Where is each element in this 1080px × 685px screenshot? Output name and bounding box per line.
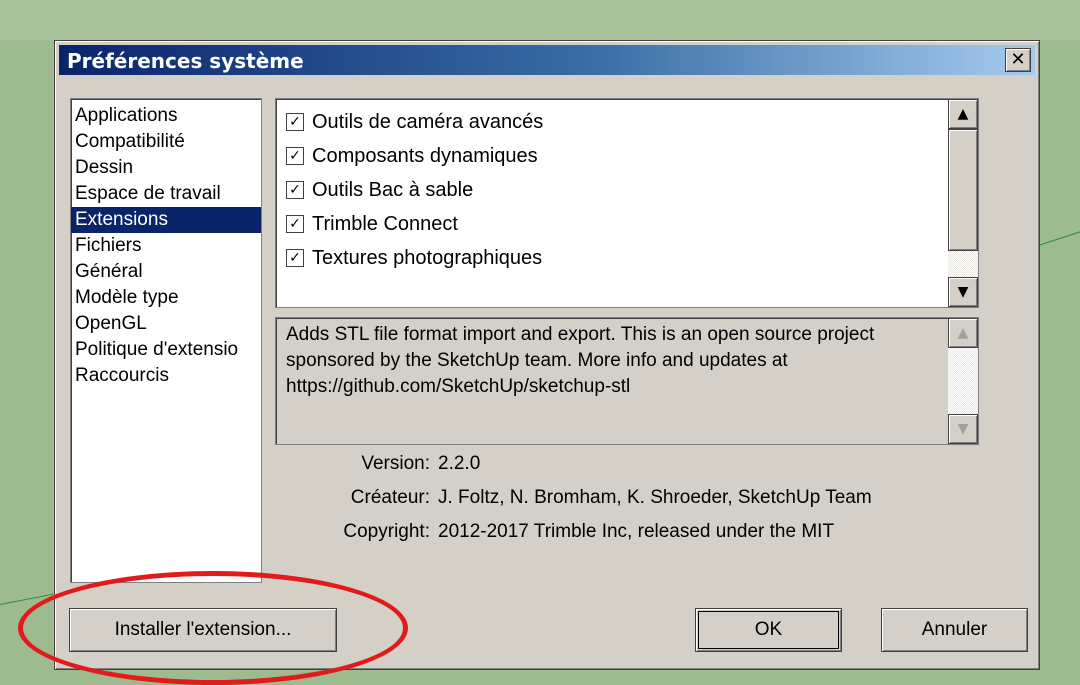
sidebar-item[interactable]: Général — [71, 259, 261, 285]
scroll-up-button[interactable]: ▲ — [948, 99, 978, 129]
extension-checkbox[interactable]: ✓ — [286, 215, 304, 233]
copyright-label: Copyright: — [343, 521, 430, 542]
extension-row[interactable]: ✓ Composants dynamiques — [286, 139, 543, 173]
scroll-down-button[interactable]: ▼ — [948, 277, 978, 307]
extension-list-scrollbar[interactable]: ▲ ▼ — [948, 99, 978, 307]
scroll-down-icon: ▼ — [957, 421, 969, 437]
scroll-up-icon: ▲ — [957, 325, 969, 341]
install-extension-button[interactable]: Installer l'extension... — [69, 608, 337, 652]
extension-row[interactable]: ✓ Textures photographiques — [286, 241, 543, 275]
version-label: Version: — [361, 453, 430, 474]
close-icon: ✕ — [1010, 49, 1026, 70]
desc-scroll-up-button[interactable]: ▲ — [948, 318, 978, 348]
sidebar-item[interactable]: OpenGL — [71, 311, 261, 337]
close-button[interactable]: ✕ — [1005, 48, 1031, 72]
sidebar-item[interactable]: Fichiers — [71, 233, 261, 259]
sidebar-item[interactable]: Espace de travail — [71, 181, 261, 207]
cancel-button[interactable]: Annuler — [881, 608, 1028, 652]
scroll-down-icon: ▼ — [957, 284, 969, 300]
scroll-up-icon: ▲ — [957, 106, 969, 122]
sidebar-item[interactable]: Raccourcis — [71, 363, 261, 389]
ok-button[interactable]: OK — [695, 608, 842, 652]
extension-checkbox[interactable]: ✓ — [286, 249, 304, 267]
extension-checkbox[interactable]: ✓ — [286, 113, 304, 131]
extension-row[interactable]: ✓ Outils de caméra avancés — [286, 105, 543, 139]
description-text: Adds STL file format import and export. … — [286, 324, 875, 397]
version-value: 2.2.0 — [438, 453, 481, 474]
extension-list[interactable]: ✓ Outils de caméra avancés ✓ Composants dyn… — [275, 98, 979, 308]
viewport-background — [0, 0, 1080, 40]
extension-checkbox[interactable]: ✓ — [286, 181, 304, 199]
sidebar-item[interactable]: Dessin — [71, 155, 261, 181]
extension-label: Textures photographiques — [312, 246, 543, 269]
extension-label: Trimble Connect — [312, 212, 458, 235]
axis-line — [1038, 231, 1080, 246]
extension-row[interactable]: ✓ Outils Bac à sable — [286, 173, 543, 207]
desc-scroll-down-button[interactable]: ▼ — [948, 414, 978, 444]
scroll-thumb[interactable] — [948, 129, 978, 251]
sidebar-item[interactable]: Politique d'extensio — [71, 337, 261, 363]
extension-description: Adds STL file format import and export. … — [275, 317, 979, 445]
dialog-title: Préférences système — [67, 49, 304, 73]
extension-label: Outils de caméra avancés — [312, 110, 544, 133]
sidebar-item[interactable]: Extensions — [71, 207, 261, 233]
preferences-dialog: Préférences système ✕ Applications Compat… — [54, 40, 1040, 670]
creator-value: J. Foltz, N. Bromham, K. Shroeder, Sketc… — [438, 487, 872, 508]
sidebar-item[interactable]: Applications — [71, 103, 261, 129]
sidebar-item[interactable]: Compatibilité — [71, 129, 261, 155]
creator-label: Créateur: — [350, 487, 430, 508]
extension-row[interactable]: ✓ Trimble Connect — [286, 207, 543, 241]
description-scrollbar[interactable]: ▲ ▼ — [948, 318, 978, 444]
sidebar-item[interactable]: Modèle type — [71, 285, 261, 311]
extension-label: Composants dynamiques — [312, 144, 538, 167]
title-bar[interactable]: Préférences système ✕ — [59, 45, 1035, 75]
extension-label: Outils Bac à sable — [312, 178, 474, 201]
copyright-value: 2012-2017 Trimble Inc, released under th… — [438, 521, 835, 542]
axis-line — [0, 593, 54, 605]
extension-checkbox[interactable]: ✓ — [286, 147, 304, 165]
